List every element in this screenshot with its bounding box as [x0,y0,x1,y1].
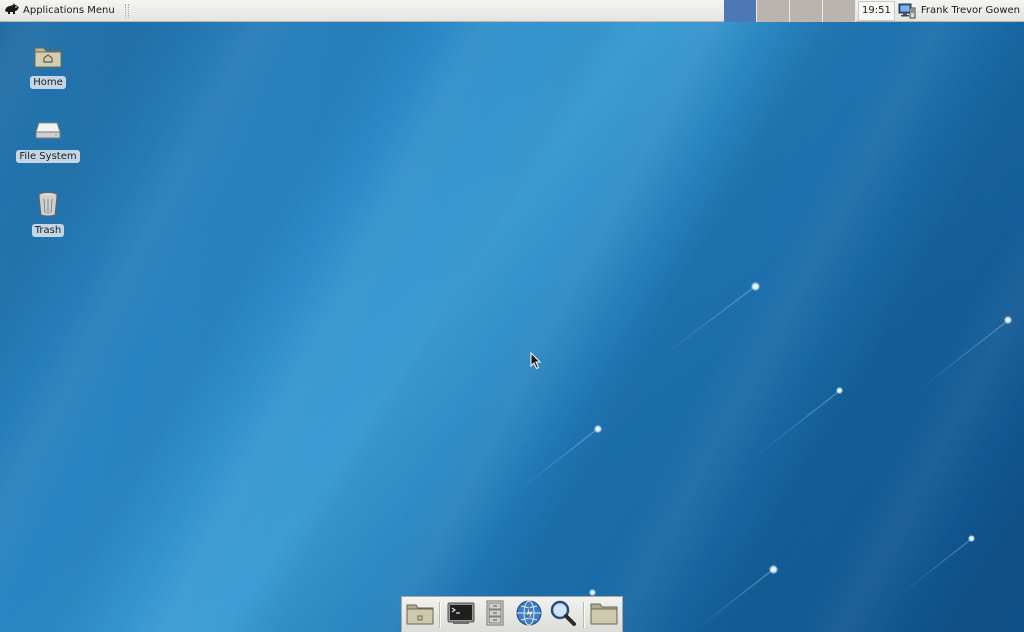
wallpaper-streak [899,538,973,596]
search-icon [549,599,577,630]
user-name[interactable]: Frank Trevor Gowen [921,5,1020,16]
home-folder-icon [406,601,434,628]
wallpaper-streak [516,428,599,493]
clock[interactable]: 19:51 [858,0,895,21]
wallpaper-streak [695,569,774,631]
wallpaper-star [968,535,975,542]
applications-menu-button[interactable]: Applications Menu [0,0,121,22]
workspace-2[interactable] [757,0,791,22]
desktop-icon-label: Trash [31,224,65,237]
workspace-switcher [724,0,857,22]
wallpaper-streak [914,320,1009,394]
applications-menu-label: Applications Menu [23,5,115,16]
desktop-icon-file-system[interactable]: File System [13,114,83,163]
wallpaper-star [594,425,602,433]
wallpaper-star [751,282,760,291]
top-panel: Applications Menu 19:51 Frank Trevor Gow… [0,0,1024,22]
dock-file-manager[interactable] [480,600,510,630]
wallpaper-star [1004,316,1012,324]
dock-terminal[interactable] [446,600,476,630]
desktop-icon-label: File System [16,150,80,163]
network-computer-icon[interactable] [897,1,917,21]
bottom-dock [401,596,623,632]
dock-home-folder[interactable] [405,600,435,630]
wallpaper-star [769,565,778,574]
wallpaper-streak [753,390,841,459]
wallpaper-star [589,589,596,596]
folder-icon [590,601,618,628]
wallpaper-streak [662,286,756,357]
desktop-icon-label: Home [30,76,66,89]
dock-search[interactable] [548,600,578,630]
dock-folder[interactable] [589,600,619,630]
drive-icon [32,114,64,146]
panel-separator [124,3,129,18]
wallpaper-star [836,387,843,394]
dock-web-browser[interactable] [514,600,544,630]
dock-separator [439,601,442,628]
desktop-icon-home[interactable]: Home [13,40,83,89]
workspace-4[interactable] [823,0,857,22]
web-browser-icon [515,599,543,630]
file-manager-cabinet-icon [485,600,505,629]
mouse-pointer-icon [530,351,542,370]
desktop-icon-trash[interactable]: Trash [13,188,83,237]
xfce-mouse-icon [4,2,20,19]
trash-icon [32,188,64,220]
home-folder-icon [32,40,64,72]
dock-separator [582,601,585,628]
workspace-3[interactable] [790,0,824,22]
workspace-1[interactable] [724,0,758,22]
terminal-icon [447,601,475,628]
